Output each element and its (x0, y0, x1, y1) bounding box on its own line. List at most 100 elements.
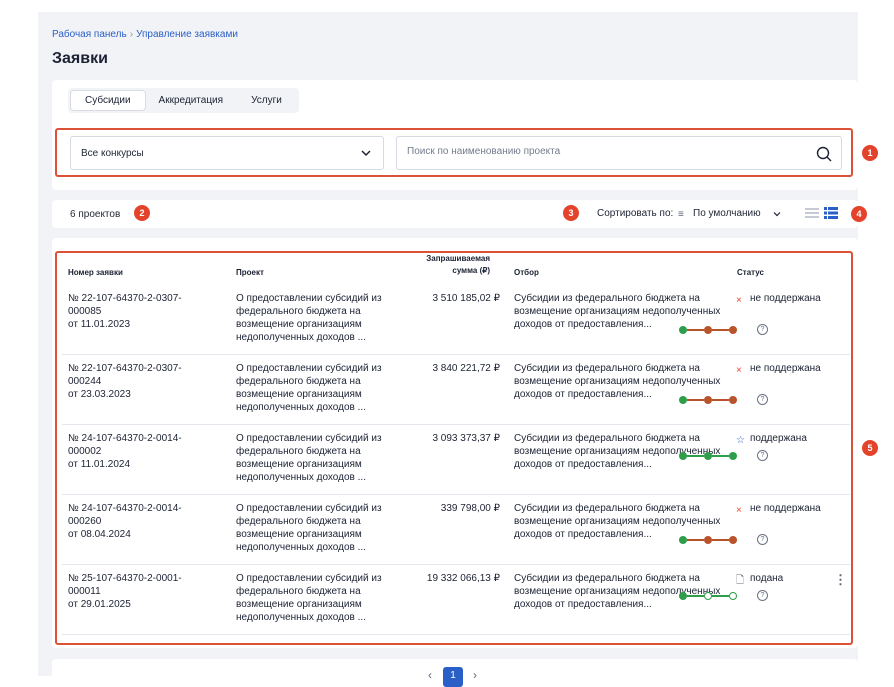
annotation-badge-5: 5 (862, 440, 878, 456)
requested-sum: 3 510 185,02 ₽ (432, 293, 500, 304)
progress-dot (729, 536, 737, 544)
request-number-line2: 000244 (68, 376, 102, 387)
highlight-box-filters (55, 128, 853, 177)
status-progress: ? (679, 590, 779, 603)
progress-dot (704, 452, 712, 460)
request-number-line2: 000260 (68, 516, 102, 527)
request-number-line2: 000002 (68, 446, 102, 457)
progress-dot (704, 592, 712, 600)
breadcrumb-separator: › (129, 29, 134, 40)
project-name: О предоставлении субсидий из федеральног… (236, 503, 382, 553)
status-progress: ? (679, 450, 779, 463)
progress-line (687, 399, 704, 401)
progress-line (712, 539, 729, 541)
progress-dot (679, 396, 687, 404)
table-row[interactable]: № 22-107-64370-2-0307- 000085 от 11.01.202… (58, 285, 854, 355)
progress-dot (704, 326, 712, 334)
sort-lines-icon: ≡ (678, 209, 684, 220)
progress-dot (679, 536, 687, 544)
x-icon: × (736, 505, 742, 516)
request-date: от 29.01.2025 (68, 599, 131, 610)
status-progress: ? (679, 324, 779, 337)
progress-line (712, 455, 729, 457)
table-view-icon[interactable] (824, 207, 838, 219)
column-header-status: Статус (737, 268, 764, 277)
progress-dot (729, 592, 737, 600)
status-text: не поддержана (750, 363, 821, 374)
progress-dot (704, 396, 712, 404)
column-header-sum-line2: сумма (₽) (452, 266, 490, 275)
status-text: подана (750, 573, 784, 584)
breadcrumb-link-requests[interactable]: Управление заявками (136, 29, 238, 40)
request-date: от 11.01.2023 (68, 319, 131, 330)
request-number[interactable]: № 25-107-64370-2-0001- 000011 от 29.01.202… (68, 572, 218, 611)
progress-line (712, 399, 729, 401)
project-name: О предоставлении субсидий из федеральног… (236, 573, 382, 623)
request-number-line1: № 24-107-64370-2-0014- (68, 433, 182, 444)
progress-dot (679, 326, 687, 334)
list-view-icon[interactable] (805, 207, 819, 219)
x-icon: × (736, 295, 742, 306)
sort-label: Сортировать по: (597, 208, 674, 219)
breadcrumb: Рабочая панель › Управление заявками (52, 29, 238, 40)
help-icon[interactable]: ? (757, 394, 768, 405)
request-number[interactable]: № 24-107-64370-2-0014- 000260 от 08.04.202… (68, 502, 218, 541)
progress-line (687, 455, 704, 457)
request-number[interactable]: № 24-107-64370-2-0014- 000002 от 11.01.202… (68, 432, 218, 471)
progress-line (712, 595, 729, 597)
chevron-down-icon[interactable] (772, 209, 782, 219)
request-number[interactable]: № 22-107-64370-2-0307- 000085 от 11.01.202… (68, 292, 218, 331)
status-progress: ? (679, 394, 779, 407)
page-title: Заявки (52, 50, 108, 67)
document-icon: 🗋 (736, 575, 745, 586)
x-icon: × (736, 365, 742, 376)
help-icon[interactable]: ? (757, 590, 768, 601)
request-number[interactable]: № 22-107-64370-2-0307- 000244 от 23.03.202… (68, 362, 218, 401)
project-name: О предоставлении субсидий из федеральног… (236, 433, 382, 483)
annotation-badge-2: 2 (134, 205, 150, 221)
requested-sum: 19 332 066,13 ₽ (426, 573, 500, 584)
pagination-next[interactable]: › (473, 668, 477, 682)
help-icon[interactable]: ? (757, 324, 768, 335)
table-row[interactable]: № 24-107-64370-2-0014- 000260 от 08.04.202… (58, 495, 854, 565)
requested-sum: 3 093 373,37 ₽ (432, 433, 500, 444)
requested-sum: 3 840 221,72 ₽ (432, 363, 500, 374)
request-number-line1: № 22-107-64370-2-0307- (68, 363, 182, 374)
progress-line (687, 329, 704, 331)
progress-dot (729, 452, 737, 460)
table-row[interactable]: № 22-107-64370-2-0307- 000244 от 23.03.202… (58, 355, 854, 425)
project-count: 6 проектов (70, 209, 121, 220)
progress-dot (704, 536, 712, 544)
annotation-badge-4: 4 (851, 206, 867, 222)
progress-dot (729, 326, 737, 334)
progress-dot (679, 452, 687, 460)
help-icon[interactable]: ? (757, 534, 768, 545)
progress-dot (679, 592, 687, 600)
help-icon[interactable]: ? (757, 450, 768, 461)
row-divider (62, 634, 850, 635)
tab-accreditation[interactable]: Аккредитация (145, 91, 238, 110)
progress-line (687, 539, 704, 541)
sort-dropdown[interactable]: По умолчанию (693, 208, 761, 219)
column-header-project: Проект (236, 268, 264, 277)
breadcrumb-link-dashboard[interactable]: Рабочая панель (52, 29, 127, 40)
request-number-line1: № 25-107-64370-2-0001- (68, 573, 182, 584)
tab-services[interactable]: Услуги (237, 91, 296, 110)
project-name: О предоставлении субсидий из федеральног… (236, 363, 382, 413)
column-header-number: Номер заявки (68, 268, 123, 277)
column-header-selection: Отбор (514, 268, 539, 277)
request-number-line1: № 22-107-64370-2-0307- (68, 293, 182, 304)
progress-line (687, 595, 704, 597)
tab-bar: Субсидии Аккредитация Услуги (68, 88, 299, 113)
request-number-line2: 000011 (68, 586, 101, 597)
star-icon: ☆ (736, 435, 745, 446)
tab-subsidies[interactable]: Субсидии (71, 91, 145, 110)
row-menu-icon[interactable]: ⋮ (834, 572, 847, 588)
status-text: не поддержана (750, 503, 821, 514)
pagination-prev[interactable]: ‹ (428, 668, 432, 682)
status-text: поддержана (750, 433, 807, 444)
progress-dot (729, 396, 737, 404)
pagination-page-1[interactable]: 1 (443, 667, 463, 687)
project-name: О предоставлении субсидий из федеральног… (236, 293, 382, 343)
status-text: не поддержана (750, 293, 821, 304)
